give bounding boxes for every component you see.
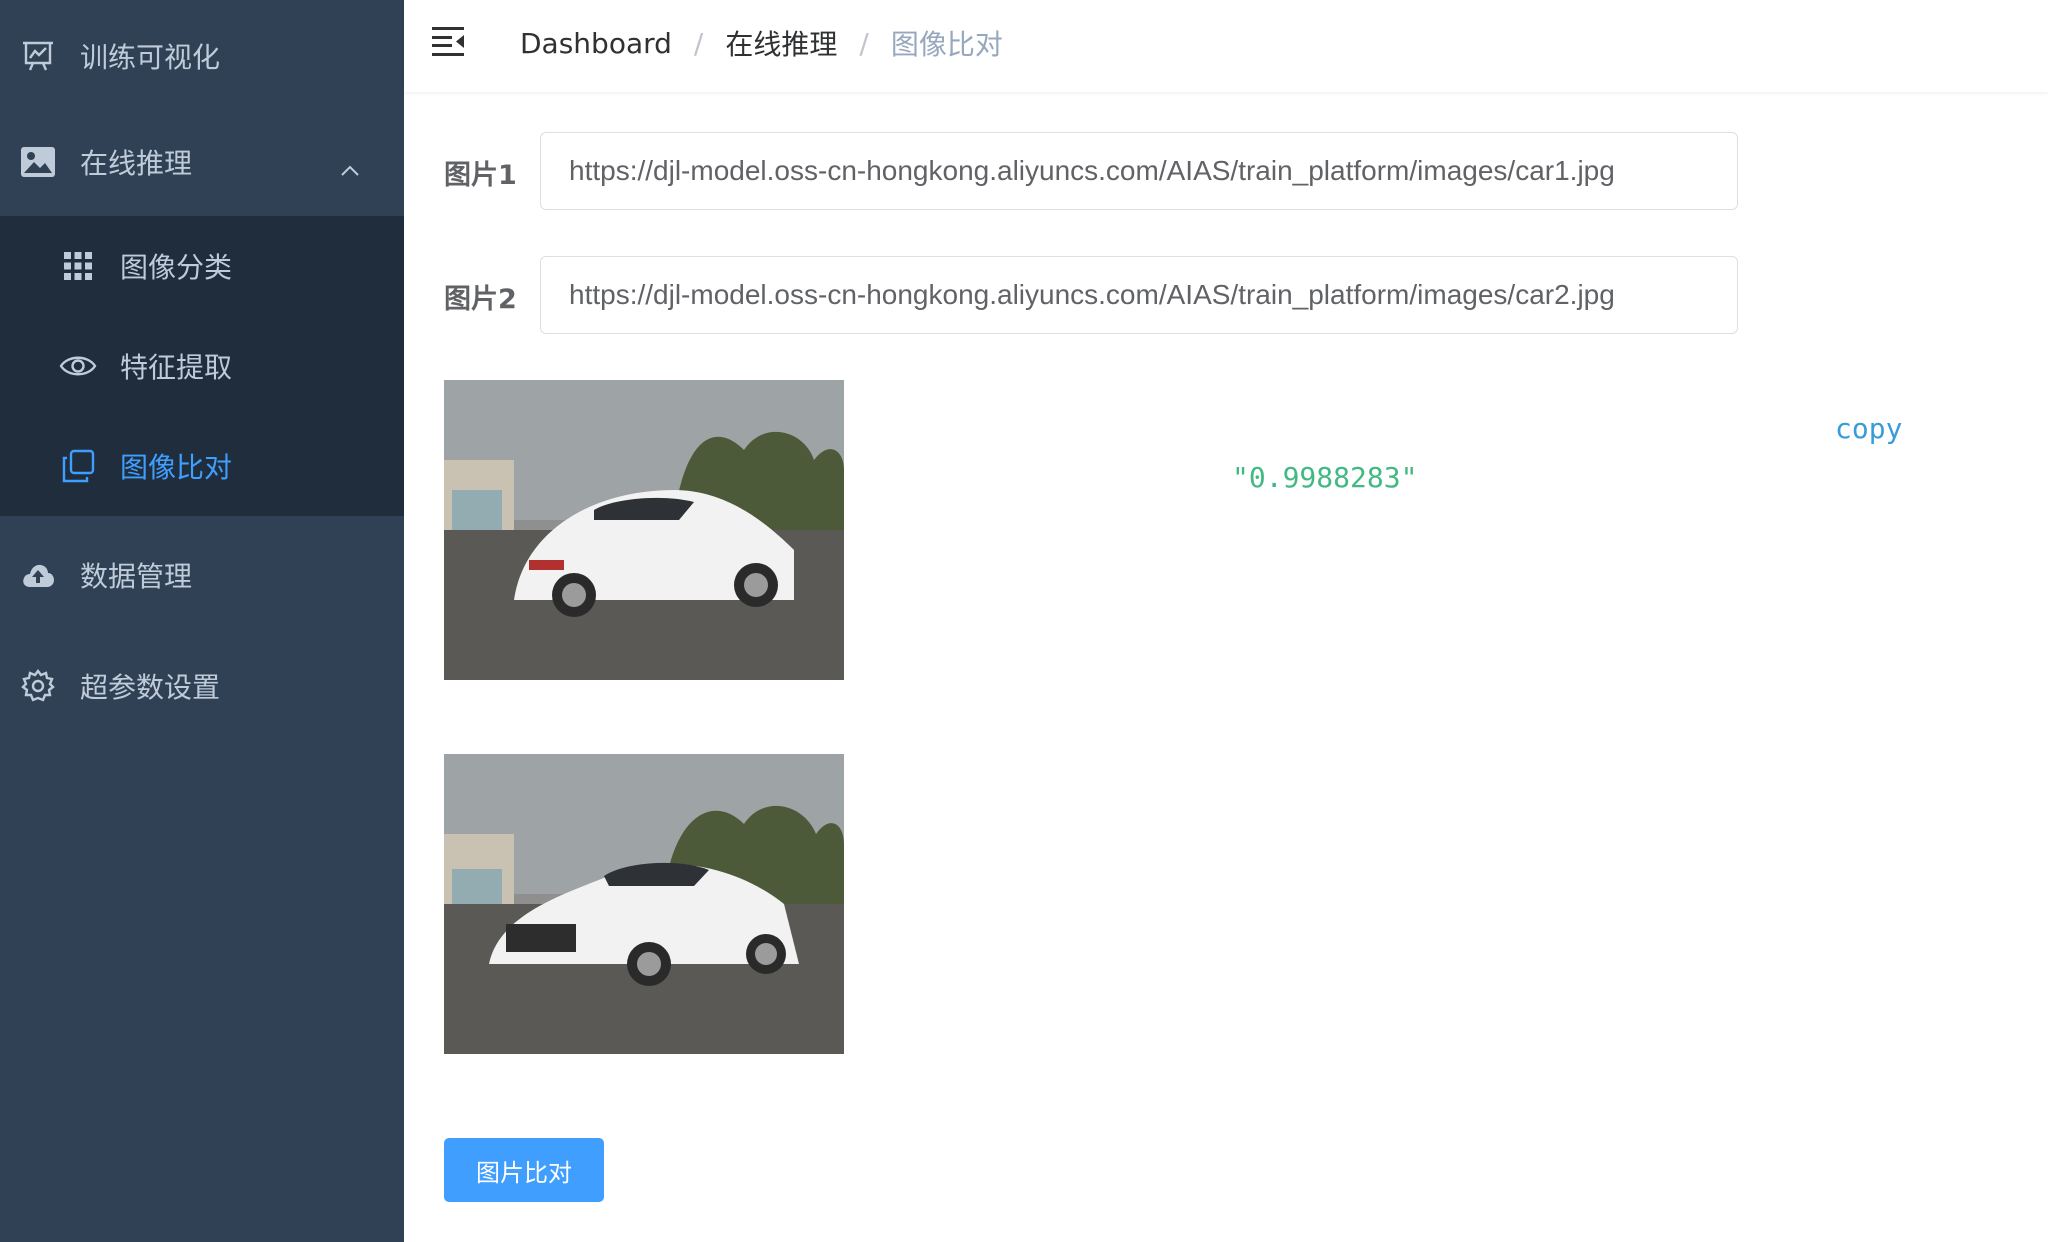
image-icon [20, 144, 56, 180]
breadcrumb-separator: / [859, 26, 869, 60]
sidebar-item-label: 图像比对 [120, 451, 233, 484]
image1-label: 图片1 [444, 159, 517, 191]
copy-squares-icon [58, 446, 98, 486]
eye-icon [58, 346, 98, 386]
presentation-chart-icon [20, 38, 56, 74]
grid-icon [58, 246, 98, 286]
chevron-up-icon [340, 152, 360, 185]
breadcrumb-separator: / [693, 26, 704, 60]
sidebar-item-label: 超参数设置 [80, 670, 221, 704]
image1-form-row: 图片1 [444, 132, 1738, 212]
image2-label: 图片2 [444, 283, 517, 315]
sidebar-item-label: 图像分类 [120, 251, 233, 284]
compare-images-button[interactable]: 图片比对 [444, 1138, 604, 1202]
sidebar-item-label: 特征提取 [120, 351, 233, 384]
sidebar-item-data-management[interactable]: 数据管理 [0, 519, 404, 630]
sidebar-item-feature-extraction[interactable]: 特征提取 [0, 316, 404, 416]
image2-preview [444, 754, 844, 1054]
sidebar-submenu: 图像分类 特征提取 图像比对 [0, 216, 404, 516]
breadcrumb-online-inference[interactable]: 在线推理 [725, 23, 837, 63]
sidebar-item-image-comparison[interactable]: 图像比对 [0, 416, 404, 516]
sidebar: 训练可视化 在线推理 图像分类 特征提取 图像比对 数据管理 超参数设置 [0, 0, 404, 1242]
sidebar-item-label: 训练可视化 [80, 40, 221, 74]
sidebar-item-image-classification[interactable]: 图像分类 [0, 216, 404, 316]
sidebar-item-training-visualization[interactable]: 训练可视化 [0, 0, 404, 111]
similarity-result-value: "0.9988283" [1232, 461, 1418, 494]
image1-url-input[interactable] [540, 132, 1738, 210]
sidebar-item-label: 在线推理 [80, 146, 193, 180]
image2-form-row: 图片2 [444, 256, 1738, 336]
breadcrumb: Dashboard / 在线推理 / 图像比对 [520, 0, 1003, 86]
image2-url-input[interactable] [540, 256, 1738, 334]
navbar: Dashboard / 在线推理 / 图像比对 [404, 0, 2048, 92]
image1-preview [444, 380, 844, 680]
sidebar-item-online-inference[interactable]: 在线推理 [0, 106, 404, 217]
breadcrumb-dashboard[interactable]: Dashboard [520, 27, 672, 60]
copy-link[interactable]: copy [1835, 412, 1902, 445]
sidebar-item-label: 数据管理 [80, 559, 193, 593]
cloud-upload-icon [20, 557, 56, 593]
gear-icon [20, 668, 56, 704]
breadcrumb-current: 图像比对 [890, 28, 1003, 61]
sidebar-item-hyperparameters[interactable]: 超参数设置 [0, 630, 404, 741]
hamburger-icon[interactable] [432, 25, 472, 61]
